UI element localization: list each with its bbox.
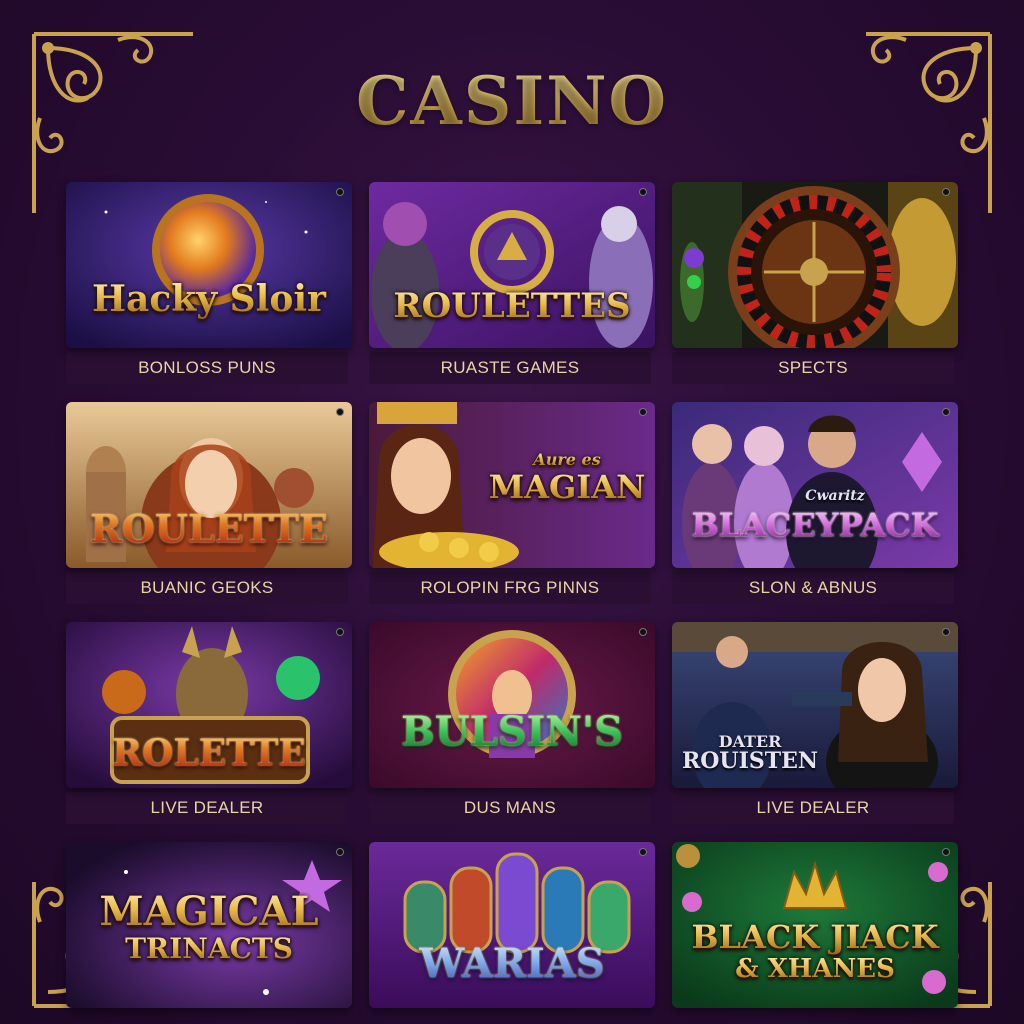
game-thumbnail[interactable]: ROULETTES xyxy=(369,182,655,348)
game-card[interactable]: Hacky Sloir BONLOSS PUNS xyxy=(66,182,352,384)
game-logo-text: WARIAS xyxy=(369,940,655,987)
card-menu-icon[interactable] xyxy=(336,628,344,636)
card-menu-icon[interactable] xyxy=(942,188,950,196)
game-card[interactable]: ROULETTES RUASTE GAMES xyxy=(369,182,655,384)
game-logo-subtitle: Cwaritz xyxy=(805,488,865,504)
game-logo-subtitle: TRINACTS xyxy=(66,932,352,965)
game-thumbnail[interactable]: BLACK JIACK & XHANES xyxy=(672,842,958,1008)
game-thumbnail[interactable]: MAGICAL TRINACTS xyxy=(66,842,352,1008)
game-thumbnail[interactable]: ROULETTE xyxy=(66,402,352,568)
game-thumbnail[interactable] xyxy=(672,182,958,348)
game-card[interactable]: ROLETTE LIVE DEALER xyxy=(66,622,352,824)
game-logo-text: BLACEYPACK xyxy=(672,506,958,544)
game-caption[interactable]: LIVE DEALER xyxy=(672,792,954,824)
game-card[interactable]: Aure es MAGIAN ROLOPIN FRG PINNS xyxy=(369,402,655,604)
game-thumbnail[interactable]: BULSIN'S xyxy=(369,622,655,788)
game-grid: Hacky Sloir BONLOSS PUNS ROULETTES RUAST… xyxy=(66,182,958,1024)
game-caption[interactable]: LIVE DEALER xyxy=(66,792,348,824)
game-logo-text: ROULETTE xyxy=(66,506,352,551)
game-logo-text: MAGIAN xyxy=(479,468,655,506)
game-caption[interactable]: BUANIC GEOKS xyxy=(66,572,348,604)
card-menu-icon[interactable] xyxy=(336,848,344,856)
game-logo-text: BLACK JIACK xyxy=(672,918,958,956)
game-caption[interactable]: RUASTE GAMES xyxy=(369,352,651,384)
game-logo-text: BULSIN'S xyxy=(369,708,655,755)
card-menu-icon[interactable] xyxy=(942,848,950,856)
card-menu-icon[interactable] xyxy=(942,628,950,636)
game-card[interactable]: SPECTS xyxy=(672,182,958,384)
game-caption[interactable]: ROLOPIN FRG PINNS xyxy=(369,572,651,604)
game-card[interactable]: ROULETTE BUANIC GEOKS xyxy=(66,402,352,604)
game-logo-subtitle: Aure es xyxy=(479,450,655,469)
game-caption[interactable]: SPECTS xyxy=(672,352,954,384)
card-menu-icon[interactable] xyxy=(639,628,647,636)
game-card[interactable]: BULSIN'S DUS MANS xyxy=(369,622,655,824)
game-thumbnail[interactable]: Aure es MAGIAN xyxy=(369,402,655,568)
game-logo-text: ROULETTES xyxy=(369,286,655,326)
card-menu-icon[interactable] xyxy=(639,188,647,196)
game-card[interactable]: MAGICAL TRINACTS xyxy=(66,842,352,1024)
card-menu-icon[interactable] xyxy=(639,408,647,416)
game-card[interactable]: DATER ROUISTEN LIVE DEALER xyxy=(672,622,958,824)
game-logo-text: Hacky Sloir xyxy=(66,278,352,320)
game-card[interactable]: WARIAS xyxy=(369,842,655,1024)
card-menu-icon[interactable] xyxy=(336,408,344,416)
game-logo-text: MAGICAL xyxy=(66,888,352,935)
game-thumbnail[interactable]: Cwaritz BLACEYPACK xyxy=(672,402,958,568)
game-caption[interactable]: SLON & ABNUS xyxy=(672,572,954,604)
game-caption[interactable]: DUS MANS xyxy=(369,792,651,824)
card-menu-icon[interactable] xyxy=(336,188,344,196)
game-caption[interactable]: BONLOSS PUNS xyxy=(66,352,348,384)
game-logo-subtitle: & XHANES xyxy=(672,954,958,984)
card-menu-icon[interactable] xyxy=(639,848,647,856)
game-thumbnail[interactable]: ROLETTE xyxy=(66,622,352,788)
game-thumbnail[interactable]: DATER ROUISTEN xyxy=(672,622,958,788)
game-thumbnail[interactable]: Hacky Sloir xyxy=(66,182,352,348)
game-logo-text: ROUISTEN xyxy=(681,748,819,774)
game-card[interactable]: BLACK JIACK & XHANES xyxy=(672,842,958,1024)
card-menu-icon[interactable] xyxy=(942,408,950,416)
page-title: CASINO xyxy=(0,62,1024,140)
game-logo-text: ROLETTE xyxy=(66,732,352,774)
game-thumbnail[interactable]: WARIAS xyxy=(369,842,655,1008)
game-card[interactable]: Cwaritz BLACEYPACK SLON & ABNUS xyxy=(672,402,958,604)
